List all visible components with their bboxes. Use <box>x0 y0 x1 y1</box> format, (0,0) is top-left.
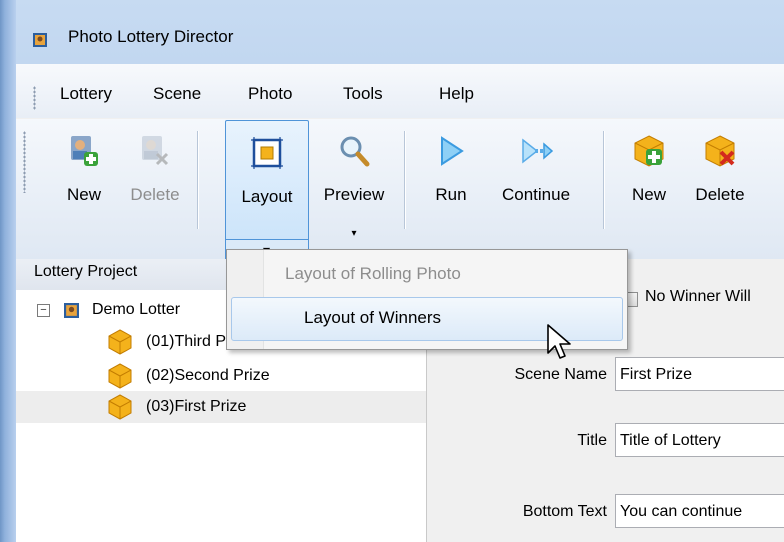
new-user-label: New <box>66 185 101 204</box>
bottom-text-label: Bottom Text <box>522 503 607 520</box>
bottom-text-input[interactable]: You can continue <box>615 494 784 528</box>
toolbar-separator <box>197 131 198 229</box>
app-icon <box>33 33 47 47</box>
menu-scene[interactable]: Scene <box>153 84 201 104</box>
tree-item-first-prize[interactable]: (03)First Prize <box>16 391 426 423</box>
layout-label: Layout <box>241 187 293 206</box>
delete-user-label: Delete <box>130 185 180 204</box>
new-user-button[interactable]: New <box>54 119 114 269</box>
preview-button[interactable]: Preview ▾ <box>314 119 394 269</box>
new-prize-label: New <box>631 185 666 204</box>
scene-name-label: Scene Name <box>514 366 608 383</box>
collapse-icon[interactable]: − <box>37 304 50 317</box>
title-label: Title <box>577 432 607 449</box>
project-panel-title: Lottery Project <box>34 263 138 280</box>
layout-icon <box>251 137 283 169</box>
no-winner-label: No Winner Will <box>645 288 751 305</box>
new-prize-button[interactable]: New <box>619 119 679 269</box>
play-icon <box>441 136 464 166</box>
add-prize-icon <box>634 135 664 167</box>
scene-name-input[interactable]: First Prize <box>615 357 784 391</box>
title-input[interactable]: Title of Lottery <box>615 423 784 457</box>
menu-photo[interactable]: Photo <box>248 84 292 104</box>
preview-label: Preview <box>323 185 385 204</box>
menu-item-label: Layout of Winners <box>304 308 442 327</box>
prize-icon <box>108 363 132 389</box>
title-bar[interactable]: Photo Lottery Director <box>16 0 784 58</box>
project-icon <box>64 303 79 318</box>
menu-lottery[interactable]: Lottery <box>60 84 112 104</box>
mouse-cursor-icon <box>547 324 571 359</box>
toolbar-separator <box>603 131 604 229</box>
prize-icon <box>108 329 132 355</box>
chevron-down-icon[interactable]: ▾ <box>351 228 356 239</box>
layout-button[interactable]: Layout <box>225 120 309 242</box>
delete-user-icon <box>142 136 169 166</box>
run-label: Run <box>435 185 467 204</box>
toolbar-grip[interactable] <box>23 131 26 193</box>
menu-help[interactable]: Help <box>439 84 474 104</box>
tree-item-label: (02)Second Prize <box>146 367 270 384</box>
menu-tools[interactable]: Tools <box>343 84 383 104</box>
add-user-icon <box>71 136 98 166</box>
tree-item-label: (03)First Prize <box>146 398 247 415</box>
menu-item-layout-rolling-photo[interactable]: Layout of Rolling Photo <box>231 254 623 296</box>
magnifier-icon <box>340 136 370 167</box>
run-button[interactable]: Run <box>426 119 476 269</box>
window-title: Photo Lottery Director <box>68 27 234 46</box>
menubar-grip[interactable] <box>33 86 36 110</box>
delete-prize-label: Delete <box>695 185 745 204</box>
toolbar: New Delete Layout ▾ Preview ▾ <box>16 119 784 281</box>
toolbar-separator <box>404 131 405 229</box>
delete-prize-icon <box>705 135 735 167</box>
menu-item-label: Layout of Rolling Photo <box>285 264 461 283</box>
delete-user-button[interactable]: Delete <box>122 119 188 269</box>
delete-prize-button[interactable]: Delete <box>684 119 756 269</box>
continue-label: Continue <box>501 185 571 204</box>
tree-root-label: Demo Lotter <box>92 301 181 318</box>
continue-icon <box>522 138 553 164</box>
prize-icon <box>108 394 132 420</box>
window-left-edge <box>0 0 16 542</box>
menu-bar: Lottery Scene Photo Tools Help <box>16 64 784 118</box>
tree-item-second-prize[interactable]: (02)Second Prize <box>16 360 426 392</box>
continue-button[interactable]: Continue <box>484 119 588 269</box>
